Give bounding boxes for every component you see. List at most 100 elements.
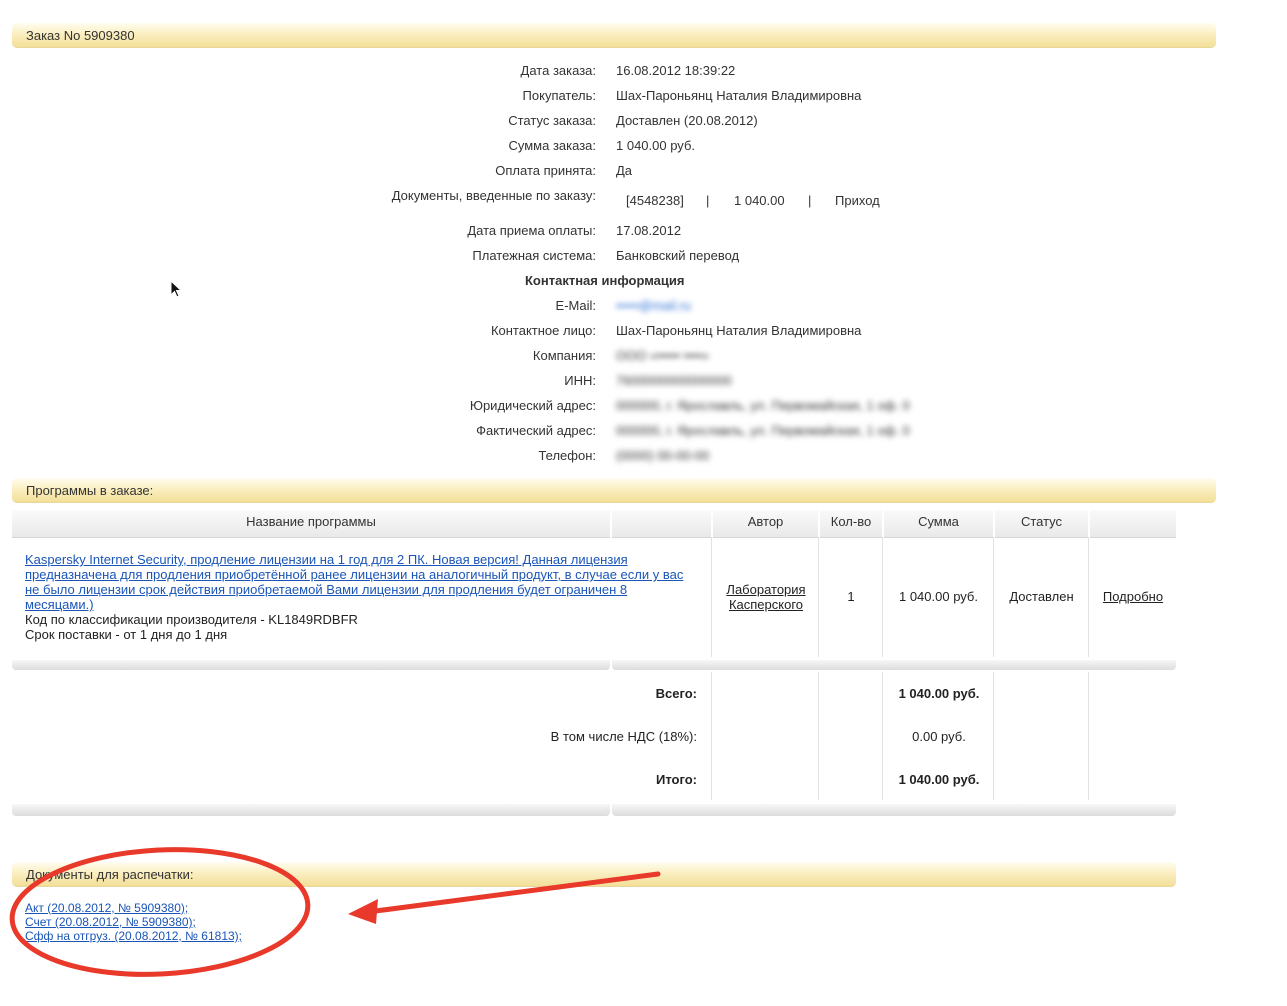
column-divider: [711, 537, 712, 657]
column-divider: [1088, 672, 1089, 800]
program-name-link[interactable]: Kaspersky Internet Security, продление л…: [25, 552, 695, 612]
field-label: Сумма заказа:: [508, 138, 596, 153]
field-label: Юридический адрес:: [469, 398, 596, 413]
grand-total-value: 1 040.00 руб.: [898, 772, 980, 787]
total-label: Всего:: [655, 686, 697, 701]
field-value: 17.08.2012: [616, 223, 682, 238]
column-header-qty[interactable]: Кол-во: [820, 510, 882, 538]
sum-value: 1 040.00 руб.: [898, 589, 978, 604]
field-value: Шах-Пароньянц Наталия Владимировна: [616, 323, 862, 338]
table-footer-bar: [12, 804, 610, 816]
column-header-status[interactable]: Статус: [995, 510, 1088, 538]
field-label: Оплата принята:: [495, 163, 596, 178]
column-divider: [711, 672, 712, 800]
column-header-blank: [612, 510, 711, 538]
company-row: Компания: ООО «••••• ••••»: [0, 348, 1287, 368]
contact-heading: Контактная информация: [525, 273, 685, 288]
author-link[interactable]: Лаборатория Касперского: [722, 582, 810, 612]
vat-label: В том числе НДС (18%):: [550, 729, 697, 744]
payment-system-row: Платежная система: Банковский перевод: [0, 248, 1287, 268]
field-label: Документы, введенные по заказу:: [391, 188, 596, 203]
order-header-bar: Заказ No 5909380: [12, 23, 1216, 48]
phone-row: Телефон: (0000) 00-00-00: [0, 448, 1287, 468]
table-footer-bar: [612, 804, 1176, 816]
column-header-label: Название программы: [246, 514, 376, 529]
program-meta: Код по классификации производителя - KL1…: [25, 612, 358, 642]
print-doc-link-shipping-invoice[interactable]: Сфф на отгруз. (20.08.2012, № 61813);: [25, 929, 242, 943]
vat-value: 0.00 руб.: [912, 729, 966, 744]
field-label: Фактический адрес:: [476, 423, 596, 438]
field-label: ИНН:: [564, 373, 596, 388]
order-status-row: Статус заказа: Доставлен (20.08.2012): [0, 113, 1287, 133]
row-separator: [612, 660, 1176, 670]
field-value: 16.08.2012 18:39:22: [616, 63, 736, 78]
delivery-time: Срок поставки - от 1 дня до 1 дня: [25, 627, 228, 642]
field-value: Банковский перевод: [616, 248, 740, 263]
mouse-cursor-icon: [170, 280, 182, 298]
column-divider: [1088, 537, 1089, 657]
document-id: [4548238]: [626, 193, 684, 208]
vendor-code: Код по классификации производителя - KL1…: [25, 612, 358, 627]
column-header-name[interactable]: Название программы: [12, 510, 610, 538]
email-row: E-Mail: •••••@mail.ru: [0, 298, 1287, 318]
order-title: Заказ No 5909380: [26, 28, 135, 43]
field-label: Компания:: [532, 348, 596, 363]
document-amount: 1 040.00: [734, 193, 785, 208]
details-link[interactable]: Подробно: [1090, 589, 1176, 604]
inn-row: ИНН: 7600000000000000: [0, 373, 1287, 393]
column-divider: [882, 672, 883, 800]
field-label: E-Mail:: [555, 298, 596, 313]
field-label: Дата заказа:: [520, 63, 596, 78]
status-value: Доставлен: [1009, 589, 1074, 604]
column-header-actions: [1090, 510, 1176, 538]
quantity-value: 1: [847, 589, 855, 604]
column-header-sum[interactable]: Сумма: [884, 510, 993, 538]
print-docs-list: Акт (20.08.2012, № 5909380); Счет (20.08…: [25, 901, 242, 943]
payment-date-row: Дата приема оплаты: 17.08.2012: [0, 223, 1287, 243]
order-sum-row: Сумма заказа: 1 040.00 руб.: [0, 138, 1287, 158]
annotation-arrow-head-icon: [348, 899, 378, 924]
buyer-row: Покупатель: Шах-Пароньянц Наталия Владим…: [0, 88, 1287, 108]
actual-address-row: Фактический адрес: 000000, г. Ярославль,…: [0, 423, 1287, 443]
order-date-row: Дата заказа: 16.08.2012 18:39:22: [0, 63, 1287, 83]
contact-person-row: Контактное лицо: Шах-Пароньянц Наталия В…: [0, 323, 1287, 343]
grand-total-label: Итого:: [656, 772, 697, 787]
field-value-blurred: 000000, г. Ярославль, ул. Первомайская, …: [616, 423, 910, 438]
print-doc-link-invoice[interactable]: Счет (20.08.2012, № 5909380);: [25, 915, 196, 929]
field-label: Статус заказа:: [508, 113, 596, 128]
field-value: 1 040.00 руб.: [616, 138, 696, 153]
field-label: Дата приема оплаты:: [467, 223, 596, 238]
column-header-label: Кол-во: [830, 514, 872, 529]
column-divider: [818, 537, 819, 657]
total-value: 1 040.00 руб.: [898, 686, 980, 701]
print-docs-title: Документы для распечатки:: [26, 867, 194, 882]
field-value: Доставлен (20.08.2012): [616, 113, 758, 128]
programs-title: Программы в заказе:: [26, 483, 154, 498]
field-label: Телефон:: [538, 448, 596, 463]
field-value: Шах-Пароньянц Наталия Владимировна: [616, 88, 862, 103]
column-divider: [882, 537, 883, 657]
print-docs-header-bar: Документы для распечатки:: [12, 862, 1176, 887]
field-label: Покупатель:: [522, 88, 596, 103]
field-value: Да: [616, 163, 633, 178]
field-value-blurred: (0000) 00-00-00: [616, 448, 710, 463]
field-value-blurred: 7600000000000000: [616, 373, 732, 388]
field-label: Платежная система:: [472, 248, 596, 263]
column-header-label: Автор: [747, 514, 784, 529]
column-header-author[interactable]: Автор: [713, 510, 818, 538]
row-separator: [12, 660, 610, 670]
separator: |: [808, 193, 812, 208]
field-value-blurred: ООО «••••• ••••»: [616, 348, 709, 363]
column-divider: [818, 672, 819, 800]
payment-accepted-row: Оплата принята: Да: [0, 163, 1287, 183]
print-doc-link-act[interactable]: Акт (20.08.2012, № 5909380);: [25, 901, 188, 915]
field-value-blurred: •••••@mail.ru: [616, 298, 691, 313]
column-header-label: Сумма: [918, 514, 959, 529]
column-header-label: Статус: [1020, 514, 1063, 529]
separator: |: [706, 193, 710, 208]
field-value-blurred: 000000, г. Ярославль, ул. Первомайская, …: [616, 398, 910, 413]
legal-address-row: Юридический адрес: 000000, г. Ярославль,…: [0, 398, 1287, 418]
column-divider: [993, 537, 994, 657]
field-label: Контактное лицо:: [490, 323, 596, 338]
document-type: Приход: [835, 193, 880, 208]
